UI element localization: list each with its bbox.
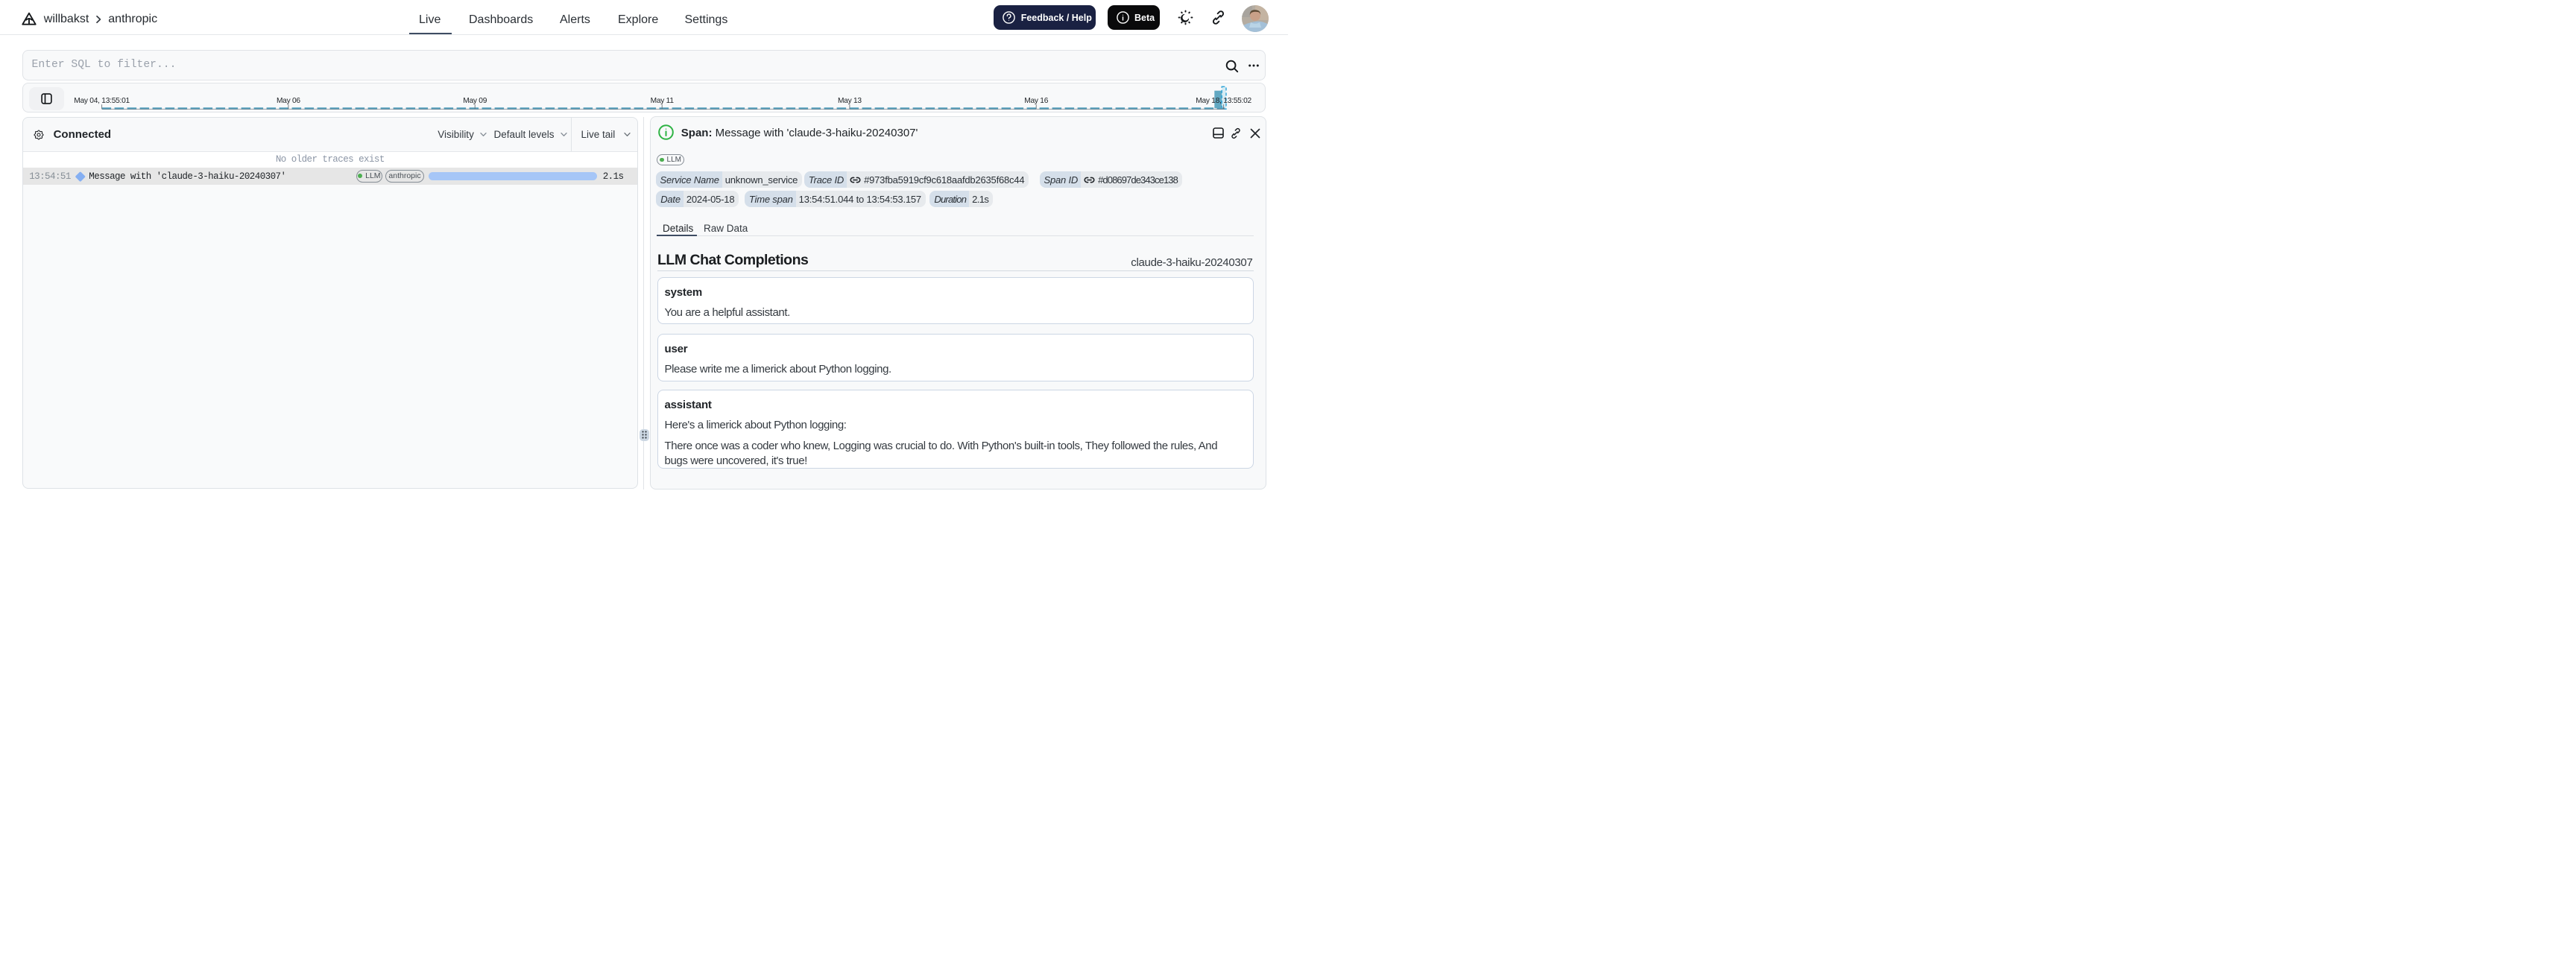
svg-text:May 16: May 16 [1024, 97, 1048, 105]
svg-text:May 06: May 06 [277, 97, 300, 105]
svg-text:May 09: May 09 [463, 97, 487, 105]
svg-text:May 13: May 13 [838, 97, 862, 105]
svg-text:May 18, 13:55:02: May 18, 13:55:02 [1196, 97, 1251, 105]
svg-text:May 11: May 11 [651, 97, 675, 105]
svg-text:May 04, 13:55:01: May 04, 13:55:01 [74, 97, 130, 105]
